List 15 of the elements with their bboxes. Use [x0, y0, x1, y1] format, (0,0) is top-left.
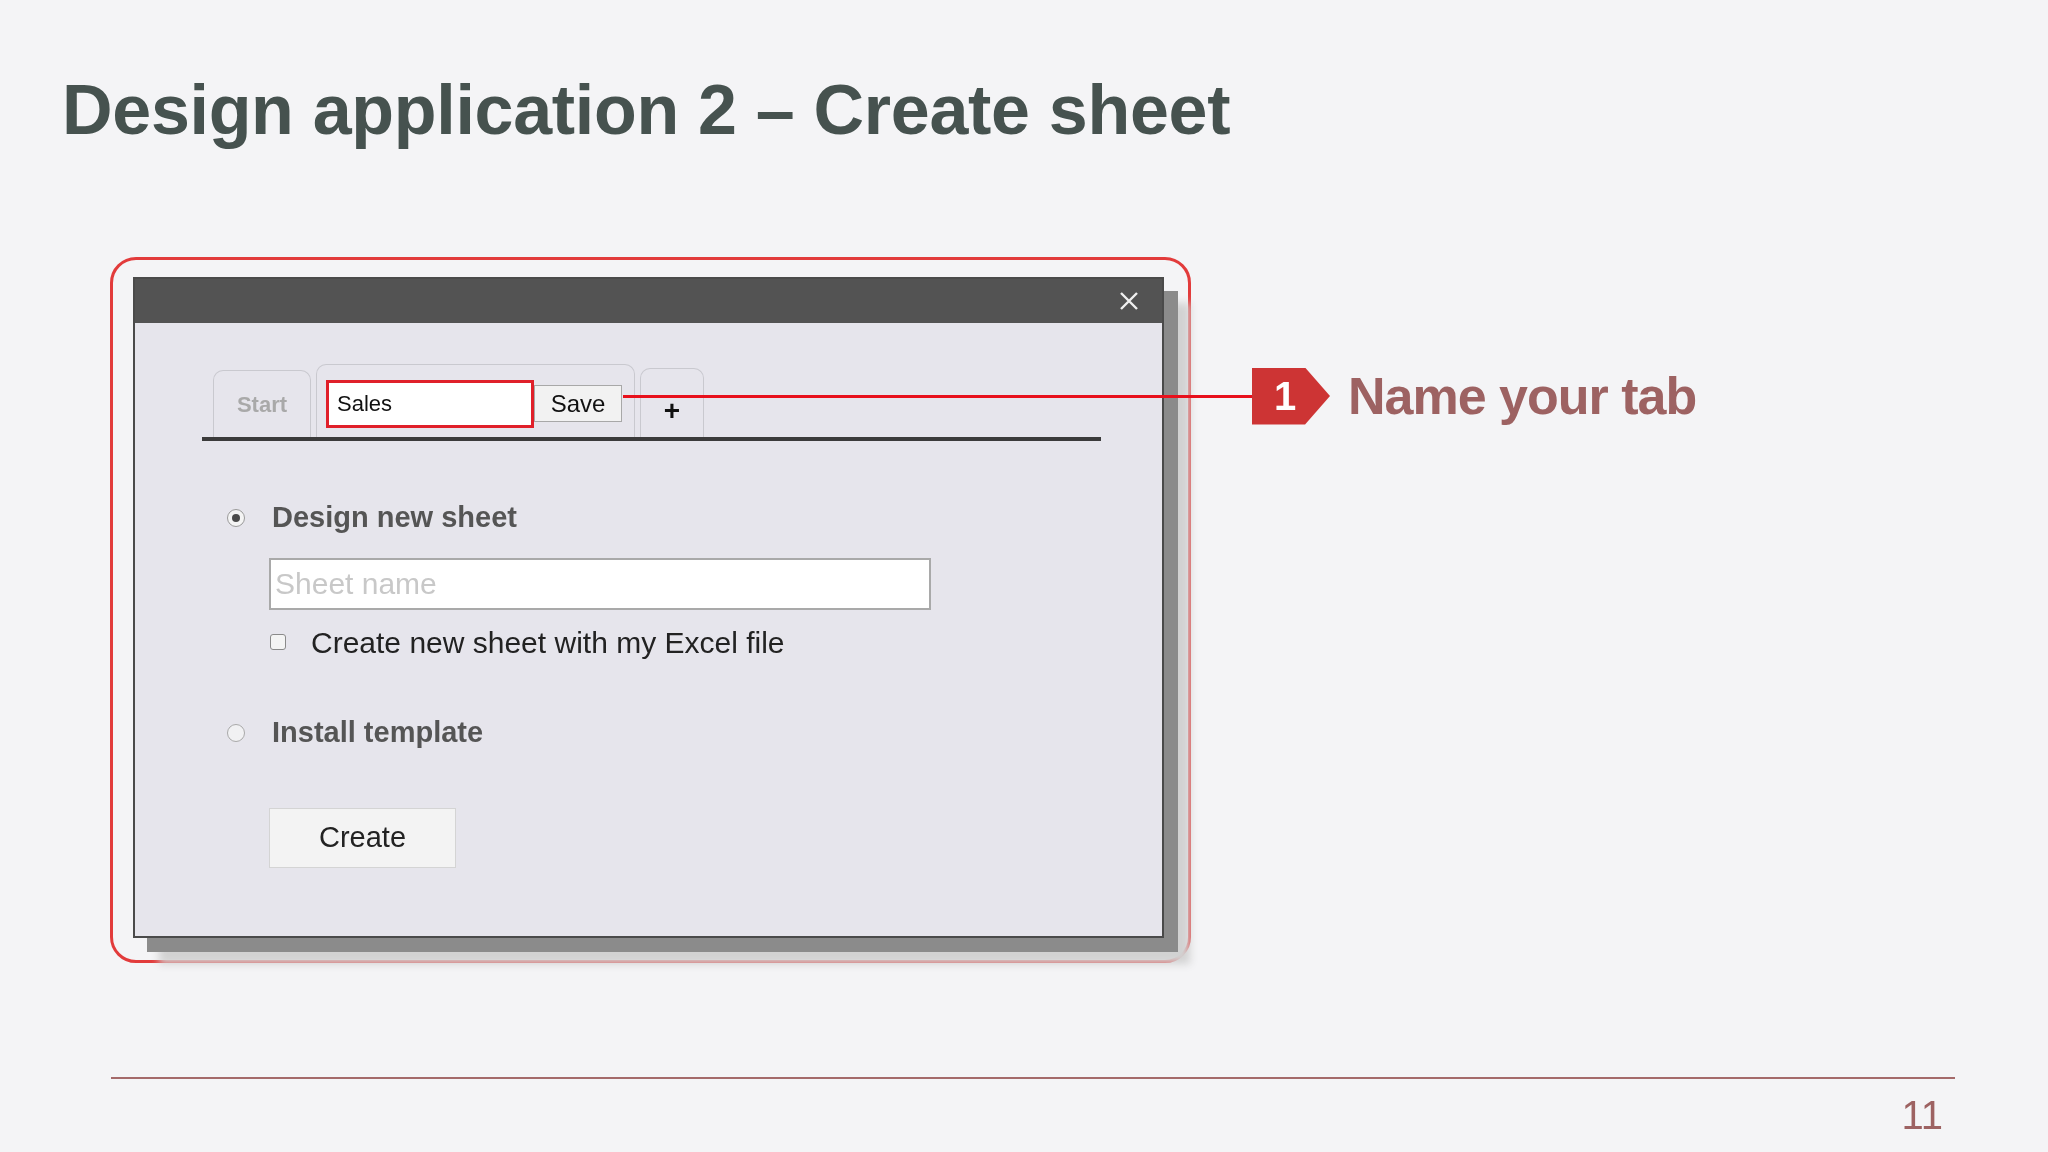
option-label: Design new sheet [272, 500, 517, 536]
radio-button[interactable] [227, 509, 245, 527]
tab-name-field[interactable]: Sales [326, 380, 534, 428]
radio-button[interactable] [227, 724, 245, 742]
callout-text: Name your tab [1348, 366, 1697, 426]
tab[interactable]: Sales Save [316, 364, 635, 437]
page-number: 11 [1901, 1095, 1943, 1135]
save-button[interactable]: Save [534, 385, 622, 422]
create-button[interactable]: Create [269, 808, 456, 868]
option-label: Install template [272, 715, 484, 751]
close-icon[interactable] [1120, 292, 1138, 310]
checkbox-label: Create new sheet with my Excel file [311, 624, 785, 661]
step-number: 1 [1252, 367, 1330, 425]
slide-title: Design application 2 – Create sheet [62, 70, 1231, 151]
checkbox[interactable] [270, 634, 286, 650]
